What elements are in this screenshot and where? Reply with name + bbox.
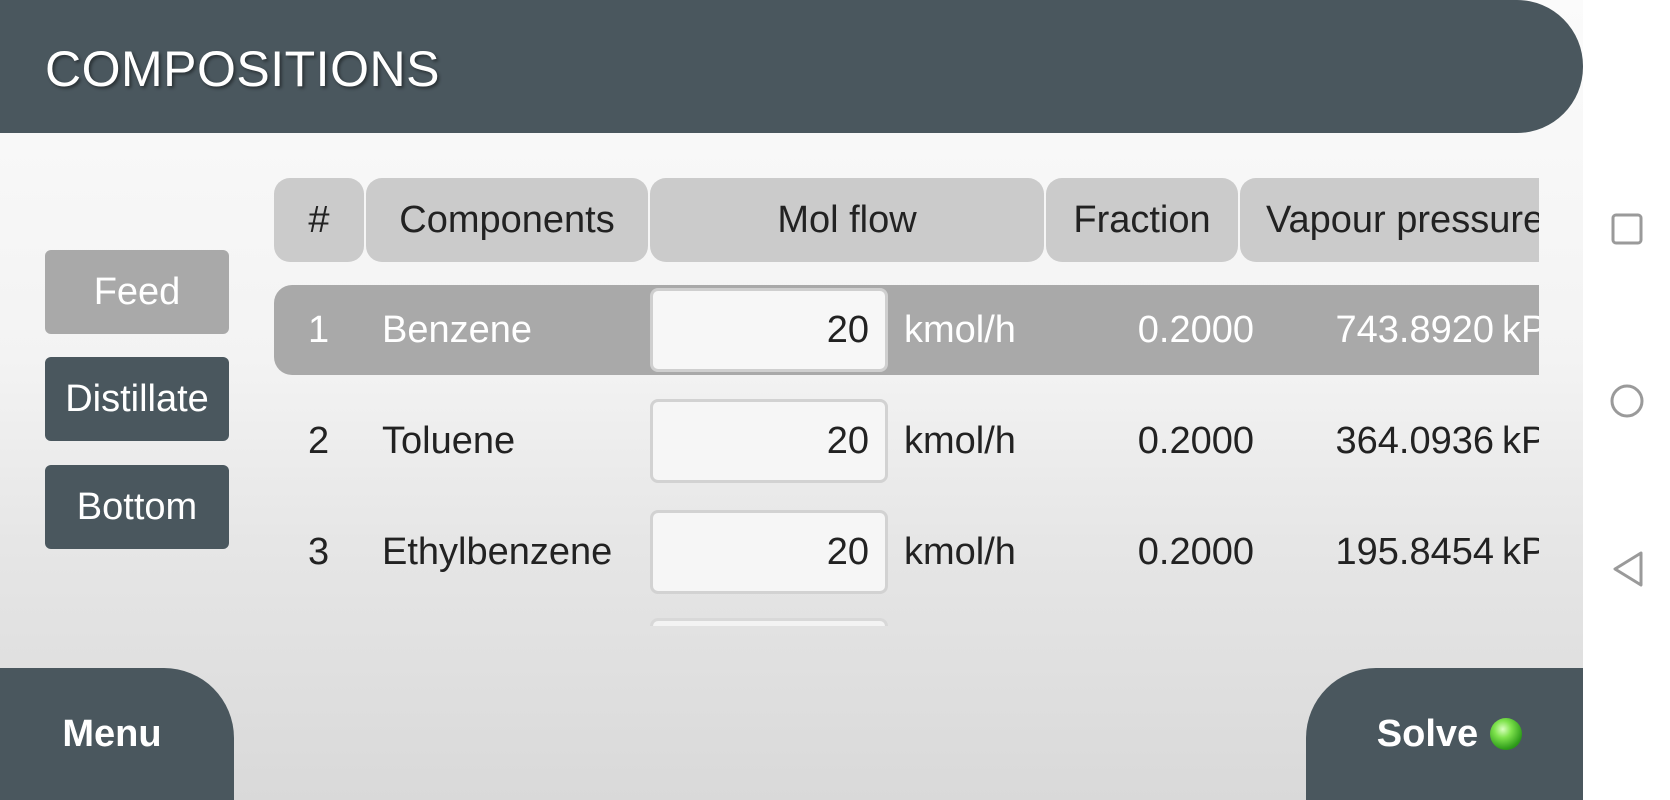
column-header-index: # (274, 178, 364, 262)
component-name: Toluene (382, 419, 516, 462)
vapour-pressure-value: 743.8920 (1335, 308, 1495, 351)
component-name: Ethylbenzene (382, 530, 613, 573)
bottom-button[interactable]: Bottom (45, 465, 229, 549)
page-title: COMPOSITIONS (45, 41, 440, 97)
feed-button[interactable]: Feed (45, 250, 229, 334)
compositions-screen: COMPOSITIONS Feed Distillate Bottom # Co… (0, 0, 1583, 800)
vapour-pressure-value: 364.0936 (1335, 419, 1495, 462)
menu-button-label: Menu (62, 712, 162, 755)
distillate-button[interactable]: Distillate (45, 357, 229, 441)
row-index: 1 (308, 308, 330, 351)
table-row[interactable]: 2 Toluene 20 kmol/h 0.2000 364.0936 kPa (274, 396, 1539, 486)
header-bar: COMPOSITIONS (0, 0, 1583, 133)
solve-button[interactable]: Solve (1306, 668, 1583, 800)
back-icon[interactable] (1610, 550, 1646, 588)
column-header-vapour-pressure: Vapour pressure (1240, 178, 1539, 262)
compositions-table: # Components Mol flow Fraction Vapour pr… (274, 178, 1539, 626)
mol-flow-unit: kmol/h (904, 530, 1016, 573)
home-icon[interactable] (1610, 382, 1648, 420)
menu-button[interactable]: Menu (0, 668, 234, 800)
fraction-value: 0.2000 (1137, 419, 1254, 462)
fraction-value: 0.2000 (1137, 308, 1254, 351)
vapour-pressure-unit: kPa (1502, 419, 1539, 462)
vapour-pressure-value: 195.8454 (1335, 530, 1495, 573)
solve-status-indicator-icon (1490, 718, 1523, 750)
table-row[interactable]: 3 Ethylbenzene 20 kmol/h 0.2000 195.8454… (274, 507, 1539, 597)
solve-button-label: Solve (1376, 712, 1479, 755)
mol-flow-input[interactable]: 20 (650, 288, 888, 372)
component-name: Benzene (382, 308, 533, 351)
column-header-fraction: Fraction (1046, 178, 1238, 262)
table-row[interactable]: 1 Benzene 20 kmol/h 0.2000 743.8920 kPa (274, 285, 1539, 375)
recent-apps-icon[interactable] (1610, 212, 1644, 246)
row-index: 3 (308, 530, 330, 573)
mol-flow-input-partial[interactable] (650, 618, 888, 626)
mol-flow-input[interactable]: 20 (650, 399, 888, 483)
mol-flow-unit: kmol/h (904, 419, 1016, 462)
mol-flow-unit: kmol/h (904, 308, 1016, 351)
mol-flow-input[interactable]: 20 (650, 510, 888, 594)
row-index: 2 (308, 419, 330, 462)
column-header-mol-flow: Mol flow (650, 178, 1044, 262)
vapour-pressure-unit: kPa (1502, 530, 1539, 573)
column-header-components: Components (366, 178, 648, 262)
vapour-pressure-unit: kPa (1502, 308, 1539, 351)
fraction-value: 0.2000 (1137, 530, 1254, 573)
